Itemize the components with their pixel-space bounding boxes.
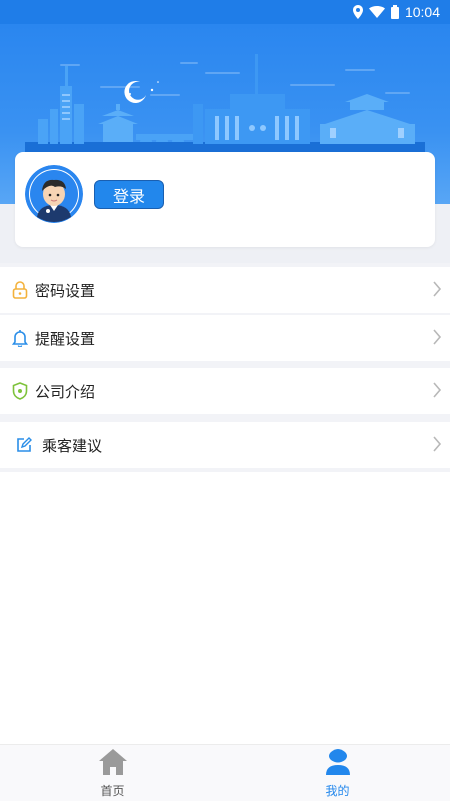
menu-item-password-settings[interactable]: 密码设置 — [0, 267, 450, 313]
menu-item-label: 提醒设置 — [35, 329, 96, 348]
profile-card: 登录 — [15, 152, 435, 247]
menu-item-passenger-feedback[interactable]: 乘客建议 — [0, 422, 450, 468]
bell-icon — [10, 328, 30, 348]
location-icon — [352, 5, 363, 19]
login-button[interactable]: 登录 — [94, 180, 164, 209]
status-time: 10:04 — [404, 4, 440, 20]
menu-item-label: 密码设置 — [35, 281, 96, 300]
menu-item-company-intro[interactable]: 公司介绍 — [0, 368, 450, 414]
menu-section-gap — [0, 361, 450, 368]
shield-icon — [10, 381, 30, 401]
user-avatar-icon — [25, 165, 83, 223]
chevron-right-icon — [432, 328, 442, 350]
lock-icon — [10, 280, 30, 300]
menu-section-gap — [0, 414, 450, 422]
menu-item-label: 公司介绍 — [35, 382, 96, 401]
tab-home-label: 首页 — [100, 784, 125, 798]
chevron-right-icon — [432, 280, 442, 302]
chevron-right-icon — [432, 435, 442, 457]
menu-item-reminder-settings[interactable]: 提醒设置 — [0, 315, 450, 361]
tab-home[interactable]: 首页 — [0, 745, 225, 801]
battery-icon — [390, 5, 399, 19]
bottom-navigation: 首页 我的 — [0, 744, 450, 801]
chevron-right-icon — [432, 381, 442, 403]
menu-item-label: 乘客建议 — [42, 436, 103, 455]
edit-icon — [14, 435, 34, 455]
home-icon — [98, 748, 128, 780]
profile-icon — [325, 748, 351, 780]
menu-section-gap — [0, 468, 450, 472]
tab-profile-label: 我的 — [325, 784, 350, 798]
wifi-icon — [368, 6, 385, 18]
tab-profile[interactable]: 我的 — [225, 745, 450, 801]
avatar[interactable] — [25, 165, 83, 223]
status-bar: 10:04 — [0, 0, 450, 24]
